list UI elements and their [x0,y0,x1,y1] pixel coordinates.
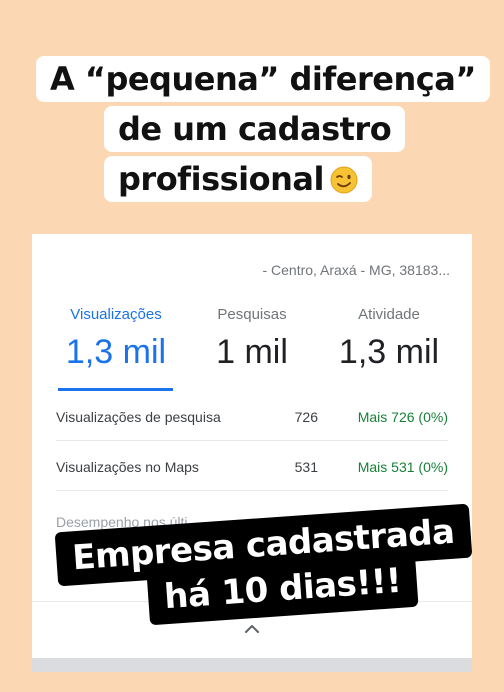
metric-value: 531 [294,459,318,475]
headline-line-1: A “pequena” diferença” [36,56,490,102]
active-tab-indicator [58,388,173,391]
tab-activity-label: Atividade [358,306,420,323]
metric-delta: Mais 726 (0%) [357,409,448,425]
chevron-up-icon[interactable] [244,622,260,634]
metric-label: Visualizações de pesquisa [56,409,221,425]
tab-views-value: 1,3 mil [65,333,167,371]
headline-line-2: de um cadastro [104,106,406,152]
divider [56,490,448,491]
divider [56,440,448,441]
tab-activity-value: 1,3 mil [338,333,440,371]
tab-views-label: Visualizações [70,306,162,323]
metric-label: Visualizações no Maps [56,459,199,475]
headline-line-3-text: profissional [118,160,324,198]
business-address: - Centro, Araxá - MG, 38183... [262,262,450,278]
metric-delta: Mais 531 (0%) [357,459,448,475]
metric-value: 726 [294,409,318,425]
tab-searches-label: Pesquisas [217,306,287,323]
tab-views[interactable]: Visualizações 1,3 mil [58,306,174,372]
tab-searches-value: 1 mil [216,333,288,371]
winking-face-icon [330,166,358,194]
tab-activity[interactable]: Atividade 1,3 mil [324,306,454,372]
headline-line-3: profissional [104,156,372,202]
tab-searches[interactable]: Pesquisas 1 mil [202,306,302,372]
card-footer-bar [32,658,472,672]
